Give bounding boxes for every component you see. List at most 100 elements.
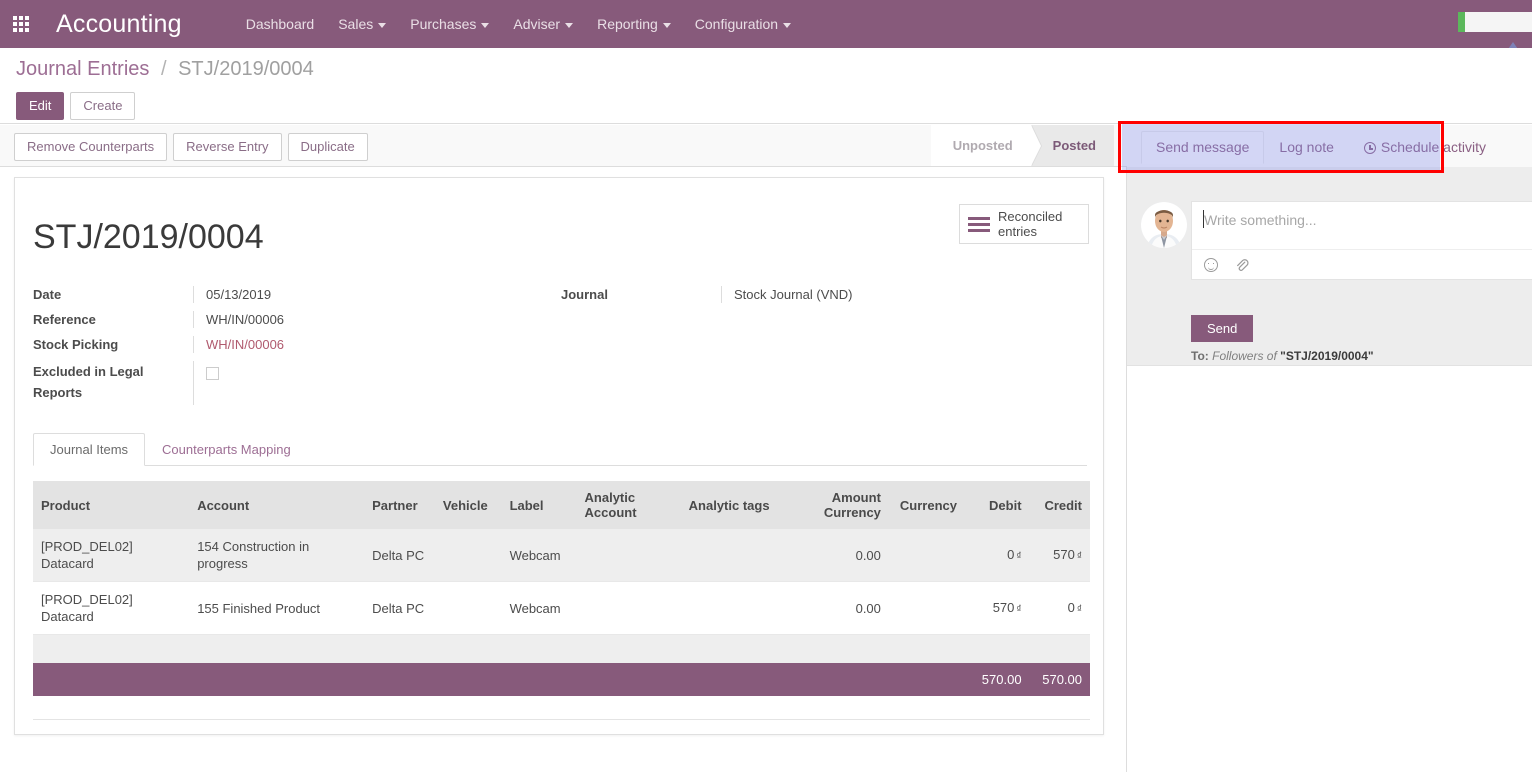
chevron-down-icon <box>783 23 791 28</box>
menu-dashboard-label: Dashboard <box>246 16 315 32</box>
field-stock-picking-label: Stock Picking <box>33 336 193 353</box>
col-account[interactable]: Account <box>189 481 364 529</box>
field-date-value[interactable]: 05/13/2019 <box>193 286 553 303</box>
menu-purchases-label: Purchases <box>410 16 476 32</box>
clock-icon <box>1364 142 1376 154</box>
status-step-posted[interactable]: Posted <box>1031 125 1114 166</box>
field-date: Date 05/13/2019 <box>33 286 553 303</box>
field-reference-label: Reference <box>33 311 193 328</box>
field-excluded-legal-reports: Excluded in Legal Reports <box>33 361 553 405</box>
duplicate-button[interactable]: Duplicate <box>288 133 368 161</box>
reconciled-entries-label: Reconciled entries <box>998 209 1062 239</box>
table-header-row: Product Account Partner Vehicle Label An… <box>33 481 1090 529</box>
table-empty-row[interactable] <box>33 635 1090 663</box>
paperclip-icon[interactable] <box>1234 257 1249 272</box>
chevron-down-icon <box>378 23 386 28</box>
tab-log-note[interactable]: Log note <box>1264 131 1349 164</box>
notebook-tabs: Journal Items Counterparts Mapping <box>33 433 1087 466</box>
col-credit[interactable]: Credit <box>1030 481 1090 529</box>
cell-vehicle <box>435 582 502 635</box>
col-vehicle[interactable]: Vehicle <box>435 481 502 529</box>
tab-schedule-activity[interactable]: Schedule activity <box>1349 131 1501 164</box>
composer-followers-text: Followers of <box>1212 349 1277 363</box>
apps-menu-button[interactable] <box>0 0 42 48</box>
form-right-group: Journal Stock Journal (VND) <box>561 286 1081 311</box>
col-amount-currency[interactable]: Amount Currency <box>785 481 889 529</box>
tab-counterparts-mapping[interactable]: Counterparts Mapping <box>145 433 308 466</box>
excluded-legal-reports-checkbox[interactable] <box>206 367 219 380</box>
cell-analytic-tags <box>681 582 785 635</box>
col-analytic-account[interactable]: Analytic Account <box>577 481 681 529</box>
field-date-label: Date <box>33 286 193 303</box>
table-total-row: 570.00 570.00 <box>33 663 1090 696</box>
menu-dashboard[interactable]: Dashboard <box>234 0 327 48</box>
col-analytic-tags[interactable]: Analytic tags <box>681 481 785 529</box>
field-reference: Reference WH/IN/00006 <box>33 311 553 328</box>
status-step-unposted[interactable]: Unposted <box>931 125 1031 166</box>
menu-reporting-label: Reporting <box>597 16 658 32</box>
cell-amount-currency: 0.00 <box>785 582 889 635</box>
sheet-divider <box>33 719 1090 720</box>
cell-debit-value: 0 <box>1007 547 1014 562</box>
menu-sales[interactable]: Sales <box>326 0 398 48</box>
tab-send-message[interactable]: Send message <box>1141 131 1264 164</box>
remove-counterparts-button[interactable]: Remove Counterparts <box>14 133 167 161</box>
cell-currency <box>889 582 965 635</box>
send-button[interactable]: Send <box>1191 315 1253 342</box>
composer-placeholder: Write something... <box>1204 212 1317 228</box>
breadcrumb: Journal Entries / STJ/2019/0004 <box>16 58 314 81</box>
cell-partner: Delta PC <box>364 582 435 635</box>
smiley-icon[interactable] <box>1204 258 1218 272</box>
field-reference-value[interactable]: WH/IN/00006 <box>193 311 553 328</box>
menu-configuration[interactable]: Configuration <box>683 0 803 48</box>
table-row[interactable]: [PROD_DEL02] Datacard 155 Finished Produ… <box>33 582 1090 635</box>
cell-debit-currency: ₫ <box>1016 551 1021 562</box>
reverse-entry-button[interactable]: Reverse Entry <box>173 133 281 161</box>
chatter-panel: Send message Log note Schedule activity … <box>1126 167 1532 772</box>
col-partner[interactable]: Partner <box>364 481 435 529</box>
field-stock-picking-value[interactable]: WH/IN/00006 <box>193 336 553 353</box>
menu-purchases[interactable]: Purchases <box>398 0 501 48</box>
composer-input-box[interactable]: Write something... <box>1191 201 1532 280</box>
menu-reporting[interactable]: Reporting <box>585 0 683 48</box>
cell-label: Webcam <box>502 582 577 635</box>
menu-adviser[interactable]: Adviser <box>501 0 585 48</box>
chatter-composer-tabs: Send message Log note Schedule activity <box>1141 131 1501 164</box>
reconciled-entries-button[interactable]: Reconciled entries <box>959 204 1089 244</box>
journal-items-table: Product Account Partner Vehicle Label An… <box>33 481 1090 696</box>
col-debit[interactable]: Debit <box>965 481 1030 529</box>
menu-adviser-label: Adviser <box>513 16 560 32</box>
apps-grid-icon <box>13 16 29 32</box>
edit-button[interactable]: Edit <box>16 92 64 120</box>
cell-credit-value: 570 <box>1053 547 1075 562</box>
status-indicator-icon <box>1458 12 1465 32</box>
chevron-down-icon <box>663 23 671 28</box>
tab-journal-items[interactable]: Journal Items <box>33 433 145 466</box>
breadcrumb-root-link[interactable]: Journal Entries <box>16 58 149 80</box>
cell-currency <box>889 529 965 582</box>
status-step-arrow <box>1031 125 1041 166</box>
create-button[interactable]: Create <box>70 92 135 120</box>
cell-analytic-account <box>577 582 681 635</box>
cell-analytic-tags <box>681 529 785 582</box>
field-journal-value[interactable]: Stock Journal (VND) <box>721 286 1081 303</box>
systray-area[interactable] <box>1458 12 1532 32</box>
cell-credit-value: 0 <box>1068 600 1075 615</box>
cell-analytic-account <box>577 529 681 582</box>
breadcrumb-separator: / <box>161 58 167 80</box>
col-product[interactable]: Product <box>33 481 189 529</box>
cell-account: 155 Finished Product <box>189 582 364 635</box>
cell-account: 154 Construction in progress <box>189 529 364 582</box>
app-brand-title[interactable]: Accounting <box>56 10 182 39</box>
col-label[interactable]: Label <box>502 481 577 529</box>
composer-to-label: To: <box>1191 349 1209 363</box>
table-row[interactable]: [PROD_DEL02] Datacard 154 Construction i… <box>33 529 1090 582</box>
tab-send-message-label: Send message <box>1156 139 1249 155</box>
field-stock-picking: Stock Picking WH/IN/00006 <box>33 336 553 353</box>
col-currency[interactable]: Currency <box>889 481 965 529</box>
journal-items-table-head: Product Account Partner Vehicle Label An… <box>33 481 1090 529</box>
cell-product: [PROD_DEL02] Datacard <box>33 529 189 582</box>
cell-debit: 570₫ <box>965 582 1030 635</box>
status-step-unposted-label: Unposted <box>953 138 1013 153</box>
cell-label: Webcam <box>502 529 577 582</box>
